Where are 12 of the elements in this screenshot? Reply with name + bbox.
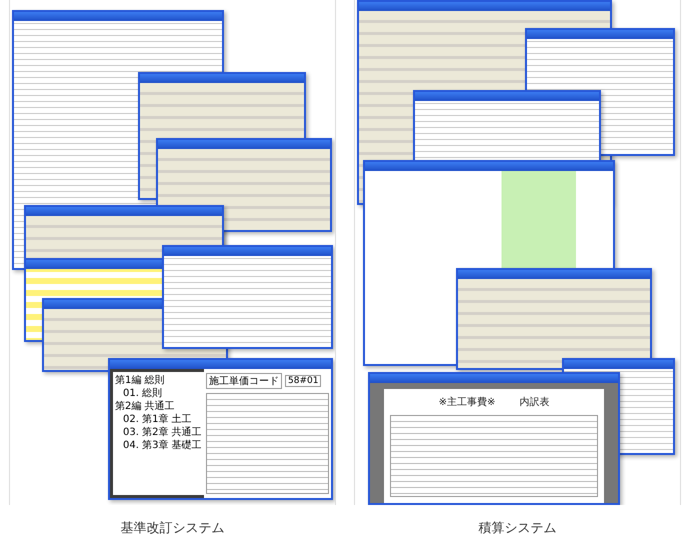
bookmark-item[interactable]: 03. 第2章 共通工 [115, 426, 202, 439]
bookmark-item[interactable]: 04. 第3章 基礎工 [115, 439, 202, 452]
bookmark-item[interactable]: 01. 総則 [115, 387, 202, 400]
caption: 積算システム [478, 520, 556, 537]
report-title: ※主工事費※ [438, 396, 496, 409]
document-heading: 施工単価コード [206, 373, 282, 389]
bookmark-item[interactable]: 02. 第1章 土工 [115, 413, 202, 426]
caption: 基準改訂システム [120, 520, 224, 537]
bookmark-item[interactable]: 第2編 共通工 [115, 400, 202, 413]
report-subtitle: 内訳表 [519, 396, 550, 409]
bookmark-item[interactable]: 第1編 総則 [115, 374, 202, 387]
code-value: 58#01 [285, 375, 322, 387]
